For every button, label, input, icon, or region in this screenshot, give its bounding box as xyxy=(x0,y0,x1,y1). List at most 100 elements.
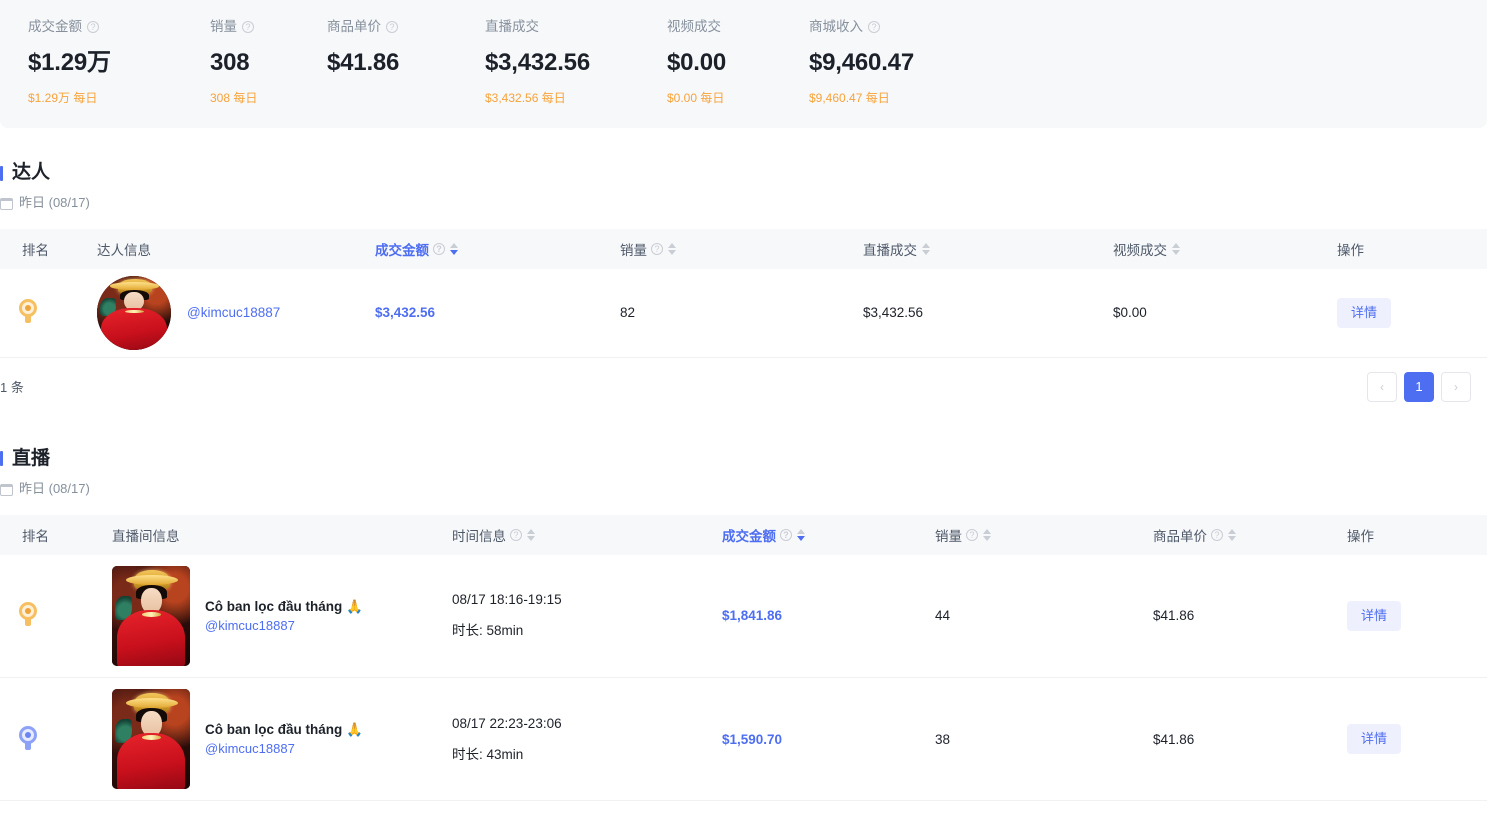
info-icon[interactable]: ? xyxy=(242,21,254,33)
info-icon[interactable]: ? xyxy=(1211,528,1223,541)
stat-label: 商品单价 ? xyxy=(327,18,457,36)
col-label: 销量 xyxy=(935,528,962,544)
col-gmv[interactable]: 成交金额 ? xyxy=(722,514,935,555)
cell-unit-price: $41.86 xyxy=(1153,554,1347,678)
col-live-gmv[interactable]: 直播成交 xyxy=(863,229,1113,269)
col-room-info: 直播间信息 xyxy=(112,514,452,555)
gmv-value: $1,590.70 xyxy=(722,731,783,747)
rank-medal-gold-icon xyxy=(17,602,39,627)
talent-table: 排名 达人信息 成交金额 ? 销量 ? 直播成交 视频成交 操作 @kimcuc… xyxy=(0,229,1487,358)
live-room-title: Cô ban lọc đầu tháng 🙏 xyxy=(205,598,363,614)
talent-handle-link[interactable]: @kimcuc18887 xyxy=(205,741,295,756)
cell-sales: 38 xyxy=(935,677,1153,801)
live-time-range: 08/17 18:16-19:15 xyxy=(452,592,562,608)
col-label: 操作 xyxy=(1337,243,1364,258)
sort-toggle-icon[interactable] xyxy=(450,243,458,255)
sort-toggle-icon[interactable] xyxy=(983,528,991,541)
sort-toggle-icon[interactable] xyxy=(1228,528,1236,541)
talent-handle-link[interactable]: @kimcuc18887 xyxy=(205,618,295,633)
sort-toggle-icon[interactable] xyxy=(1172,243,1180,255)
table-row[interactable]: Cô ban lọc đầu tháng 🙏 @kimcuc18887 08/1… xyxy=(0,554,1487,678)
col-label: 商品单价 xyxy=(1153,528,1207,544)
live-section-header: 直播 昨日 (08/17) xyxy=(0,446,1487,498)
col-actions: 操作 xyxy=(1337,229,1487,269)
cell-rank xyxy=(0,677,112,801)
info-icon[interactable]: ? xyxy=(433,243,445,255)
stat-label: 商城收入 ? xyxy=(809,18,981,36)
pagination-page-1[interactable]: 1 xyxy=(1404,371,1434,402)
cell-gmv: $1,841.86 xyxy=(722,554,935,678)
avatar xyxy=(97,275,171,350)
pagination-prev-button[interactable]: ‹ xyxy=(1367,371,1397,402)
analytics-page: 成交金额 ? $1.29万 $1.29万 每日 销量 ? 308 308 每日 … xyxy=(0,0,1507,824)
sort-toggle-icon[interactable] xyxy=(922,243,930,255)
calendar-icon xyxy=(0,198,13,210)
cell-actions: 详情 xyxy=(1337,269,1487,358)
talent-header-row: 排名 达人信息 成交金额 ? 销量 ? 直播成交 视频成交 操作 xyxy=(0,229,1487,269)
table-row[interactable]: Cô ban lọc đầu tháng 🙏 @kimcuc18887 08/1… xyxy=(0,677,1487,801)
detail-button[interactable]: 详情 xyxy=(1337,297,1392,328)
talent-table-body: @kimcuc18887 $3,432.56 82 $3,432.56 $0.0… xyxy=(0,269,1487,358)
sort-toggle-icon[interactable] xyxy=(668,243,676,255)
stat-card-live-gmv: 直播成交 $3,432.56 $3,432.56 每日 xyxy=(457,18,639,106)
sort-toggle-icon[interactable] xyxy=(797,528,805,541)
col-sales[interactable]: 销量 ? xyxy=(935,514,1153,555)
cell-room-info: Cô ban lọc đầu tháng 🙏 @kimcuc18887 xyxy=(112,677,452,801)
col-label: 排名 xyxy=(22,243,49,258)
cell-time-info: 08/17 18:16-19:15 时长: 58min xyxy=(452,554,722,678)
stat-subtext: $1.29万 每日 xyxy=(28,91,98,105)
info-icon[interactable]: ? xyxy=(966,528,978,541)
stat-label-text: 直播成交 xyxy=(485,19,539,34)
cell-video-gmv: $0.00 xyxy=(1113,269,1337,358)
stat-value: $3,432.56 xyxy=(485,49,590,76)
pagination-next-button[interactable]: › xyxy=(1441,371,1471,402)
page-title: 达人 xyxy=(0,160,1487,186)
talent-table-head: 排名 达人信息 成交金额 ? 销量 ? 直播成交 视频成交 操作 xyxy=(0,229,1487,269)
cell-sales: 82 xyxy=(620,269,863,358)
col-gmv[interactable]: 成交金额 ? xyxy=(375,229,620,269)
live-thumbnail[interactable] xyxy=(112,689,190,789)
live-section-title: 直播 xyxy=(12,447,51,469)
info-icon[interactable]: ? xyxy=(651,243,663,255)
info-icon[interactable]: ? xyxy=(868,21,880,33)
info-icon[interactable]: ? xyxy=(386,21,398,33)
stat-value: $9,460.47 xyxy=(809,49,914,76)
live-table-body: Cô ban lọc đầu tháng 🙏 @kimcuc18887 08/1… xyxy=(0,554,1487,801)
detail-button[interactable]: 详情 xyxy=(1347,600,1402,631)
info-icon[interactable]: ? xyxy=(87,21,99,33)
stat-value: $0.00 xyxy=(667,49,727,76)
stat-card-mall-revenue: 商城收入 ? $9,460.47 $9,460.47 每日 xyxy=(781,18,981,106)
pagination: ‹ 1 › xyxy=(1367,371,1471,402)
col-label: 直播间信息 xyxy=(112,528,180,544)
col-label: 成交金额 xyxy=(375,243,429,258)
col-sales[interactable]: 销量 ? xyxy=(620,229,863,269)
col-time-info[interactable]: 时间信息 ? xyxy=(452,514,722,555)
stat-value: 308 xyxy=(210,49,250,76)
col-label: 销量 xyxy=(620,243,647,258)
col-label: 达人信息 xyxy=(97,243,151,258)
table-row[interactable]: @kimcuc18887 $3,432.56 82 $3,432.56 $0.0… xyxy=(0,269,1487,358)
talent-date-text: 昨日 (08/17) xyxy=(19,195,90,210)
col-actions: 操作 xyxy=(1347,514,1487,555)
col-rank: 排名 xyxy=(0,514,112,555)
info-icon[interactable]: ? xyxy=(510,528,522,541)
col-label: 成交金额 xyxy=(722,528,776,544)
sort-toggle-icon[interactable] xyxy=(527,528,535,541)
col-label: 时间信息 xyxy=(452,528,506,544)
talent-handle-link[interactable]: @kimcuc18887 xyxy=(187,305,280,320)
live-duration: 时长: 43min xyxy=(452,746,524,762)
gmv-value: $1,841.86 xyxy=(722,608,783,624)
live-thumbnail[interactable] xyxy=(112,565,190,666)
col-video-gmv[interactable]: 视频成交 xyxy=(1113,229,1337,269)
detail-button[interactable]: 详情 xyxy=(1347,724,1402,754)
cell-actions: 详情 xyxy=(1347,677,1487,801)
col-rank: 排名 xyxy=(0,229,97,269)
stat-value: $41.86 xyxy=(327,49,400,76)
col-unit-price[interactable]: 商品单价 ? xyxy=(1153,514,1347,555)
rank-medal-silver-icon xyxy=(17,725,39,750)
talent-pagination-row: 1 条 ‹ 1 › xyxy=(0,358,1487,402)
info-icon[interactable]: ? xyxy=(780,528,792,541)
live-time-range: 08/17 22:23-23:06 xyxy=(452,715,562,731)
cell-sales: 44 xyxy=(935,554,1153,678)
col-talent-info: 达人信息 xyxy=(97,229,375,269)
